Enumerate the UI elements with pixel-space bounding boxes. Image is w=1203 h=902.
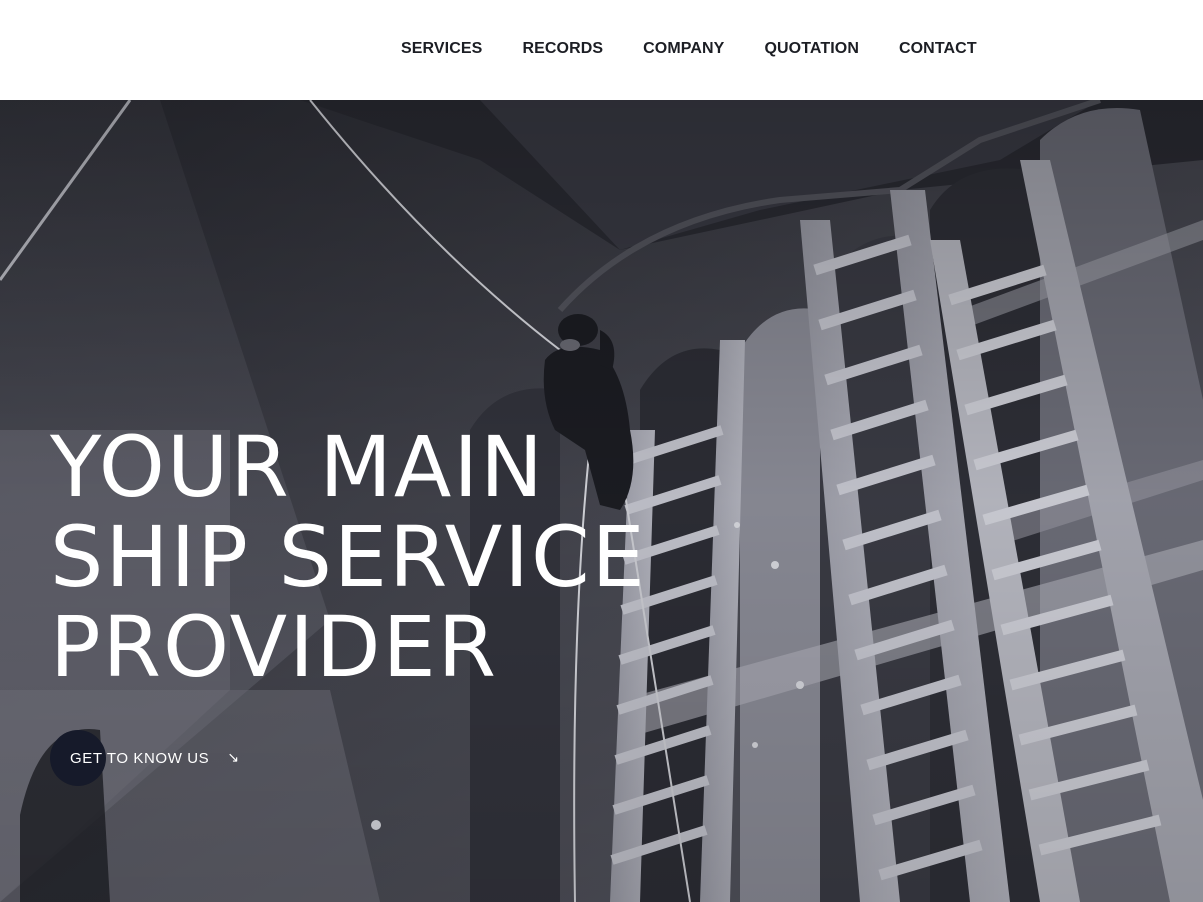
hero-headline-line-3: PROVIDER <box>50 598 499 696</box>
site-header: SERVICES RECORDS COMPANY QUOTATION CONTA… <box>0 0 1203 100</box>
hero-headline: YOUR MAIN SHIP SERVICE PROVIDER <box>50 422 647 692</box>
nav-item-records[interactable]: RECORDS <box>522 38 603 60</box>
get-to-know-us-button[interactable]: GET TO KNOW US ↘ <box>50 730 239 786</box>
hero-headline-line-2: SHIP SERVICE <box>50 508 647 606</box>
nav-item-quotation[interactable]: QUOTATION <box>764 38 859 60</box>
hero-headline-line-1: YOUR MAIN <box>50 418 545 516</box>
nav-item-services[interactable]: SERVICES <box>401 38 482 60</box>
main-nav: SERVICES RECORDS COMPANY QUOTATION CONTA… <box>401 38 977 60</box>
nav-item-contact[interactable]: CONTACT <box>899 38 977 60</box>
cta-label: GET TO KNOW US <box>70 749 210 767</box>
hero-section: YOUR MAIN SHIP SERVICE PROVIDER GET TO K… <box>0 100 1203 902</box>
nav-item-company[interactable]: COMPANY <box>643 38 724 60</box>
arrow-down-right-icon: ↘ <box>227 750 239 766</box>
